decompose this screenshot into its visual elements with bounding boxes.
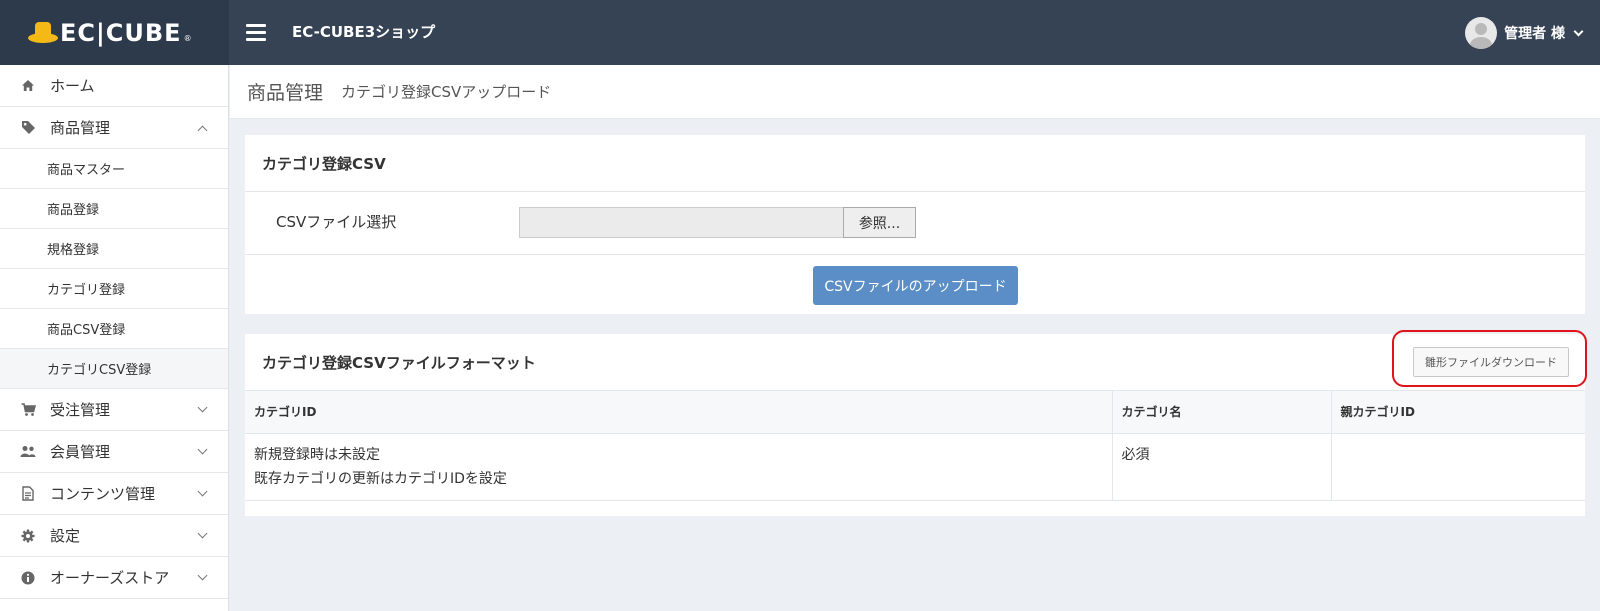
chevron-down-icon [197, 570, 208, 581]
sidebar-item-orders[interactable]: 受注管理 [0, 389, 228, 431]
upload-csv-button[interactable]: CSVファイルのアップロード [813, 266, 1018, 305]
cell-text: 既存カテゴリの更新はカテゴリIDを設定 [254, 470, 507, 487]
home-icon [20, 78, 36, 94]
logo[interactable]: EC|CUBE ® [0, 0, 229, 65]
chevron-up-icon [197, 125, 208, 136]
sidebar-item-label: 商品管理 [50, 119, 111, 137]
sidebar-item-owners-store[interactable]: オーナーズストア [0, 557, 228, 599]
upload-row: CSVファイルのアップロード [245, 255, 1585, 313]
info-icon [20, 570, 36, 586]
logo-text: EC|CUBE [60, 18, 182, 47]
sidebar-subitem-product-csv[interactable]: 商品CSV登録 [0, 309, 228, 349]
table-cell: 新規登録時は未設定 既存カテゴリの更新はカテゴリIDを設定 [245, 433, 1112, 501]
sidebar-item-members[interactable]: 会員管理 [0, 431, 228, 473]
menu-toggle-icon[interactable] [246, 24, 266, 41]
column-header-category-name: カテゴリ名 [1111, 391, 1331, 434]
csv-upload-card: カテゴリ登録CSV CSVファイル選択 参照... CSVファイルのアップロード [245, 135, 1585, 314]
sidebar-item-label: コンテンツ管理 [50, 485, 156, 503]
sidebar-item-label: ホーム [50, 77, 95, 95]
user-menu[interactable]: 管理者 様 [1465, 16, 1584, 50]
chevron-down-icon [197, 402, 208, 413]
sidebar-item-label: オーナーズストア [50, 569, 170, 587]
page-title: 商品管理 [247, 82, 324, 104]
document-icon [20, 486, 36, 502]
sidebar-item-label: 受注管理 [50, 401, 111, 419]
file-path-field[interactable] [519, 207, 845, 238]
table-header-row: カテゴリID カテゴリ名 親カテゴリID [245, 391, 1585, 434]
cell-text: 新規登録時は未設定 [254, 446, 380, 463]
sidebar: ホーム 商品管理 商品マスター 商品登録 規格登録 カテゴリ登録 商品CSV登録… [0, 65, 229, 611]
column-header-parent-category-id: 親カテゴリID [1330, 391, 1585, 434]
column-header-category-id: カテゴリID [245, 391, 1112, 434]
cube-hat-icon [28, 21, 58, 45]
user-name: 管理者 様 [1504, 26, 1565, 42]
sidebar-item-label: 設定 [50, 527, 81, 545]
shop-name[interactable]: EC-CUBE3ショップ [292, 21, 435, 42]
sidebar-subitem-product-master[interactable]: 商品マスター [0, 149, 228, 189]
breadcrumb: 商品管理 カテゴリ登録CSVアップロード [230, 65, 1600, 119]
top-header: EC|CUBE ® EC-CUBE3ショップ 管理者 様 [0, 0, 1600, 65]
table-cell [1330, 433, 1585, 501]
avatar [1465, 17, 1498, 49]
chevron-down-icon [1573, 26, 1584, 36]
sidebar-subitem-product-register[interactable]: 商品登録 [0, 189, 228, 229]
page-subtitle: カテゴリ登録CSVアップロード [341, 83, 552, 101]
sidebar-item-label: 会員管理 [50, 443, 111, 461]
sidebar-item-home[interactable]: ホーム [0, 65, 228, 107]
sidebar-item-settings[interactable]: 設定 [0, 515, 228, 557]
sidebar-item-products[interactable]: 商品管理 [0, 107, 228, 149]
file-select-label: CSVファイル選択 [276, 213, 397, 231]
csv-format-card: カテゴリ登録CSVファイルフォーマット 雛形ファイルダウンロード カテゴリID … [245, 330, 1587, 516]
table-cell: 必須 [1111, 433, 1331, 501]
cart-icon [20, 402, 36, 418]
table-row: 新規登録時は未設定 既存カテゴリの更新はカテゴリIDを設定 必須 [245, 433, 1585, 501]
file-select-row: CSVファイル選択 参照... [245, 192, 1585, 255]
chevron-down-icon [197, 486, 208, 497]
tag-icon [20, 120, 36, 136]
chevron-down-icon [197, 444, 208, 455]
card-title: カテゴリ登録CSV [262, 154, 386, 173]
card-title: カテゴリ登録CSVファイルフォーマット [262, 353, 536, 372]
sidebar-subitem-spec-register[interactable]: 規格登録 [0, 229, 228, 269]
chevron-down-icon [197, 528, 208, 539]
browse-button[interactable]: 参照... [843, 207, 916, 238]
card-header: カテゴリ登録CSV [245, 135, 1585, 192]
users-icon [20, 444, 36, 460]
sidebar-subitem-category-register[interactable]: カテゴリ登録 [0, 269, 228, 309]
sidebar-item-contents[interactable]: コンテンツ管理 [0, 473, 228, 515]
format-table: カテゴリID カテゴリ名 親カテゴリID 新規登録時は未設定 既存カテゴリの更新… [245, 391, 1585, 501]
sidebar-subitem-category-csv[interactable]: カテゴリCSV登録 [0, 349, 228, 389]
template-download-button[interactable]: 雛形ファイルダウンロード [1413, 347, 1569, 377]
gear-icon [20, 528, 36, 544]
card-header: カテゴリ登録CSVファイルフォーマット 雛形ファイルダウンロード [245, 330, 1587, 391]
registered-mark: ® [183, 34, 192, 43]
